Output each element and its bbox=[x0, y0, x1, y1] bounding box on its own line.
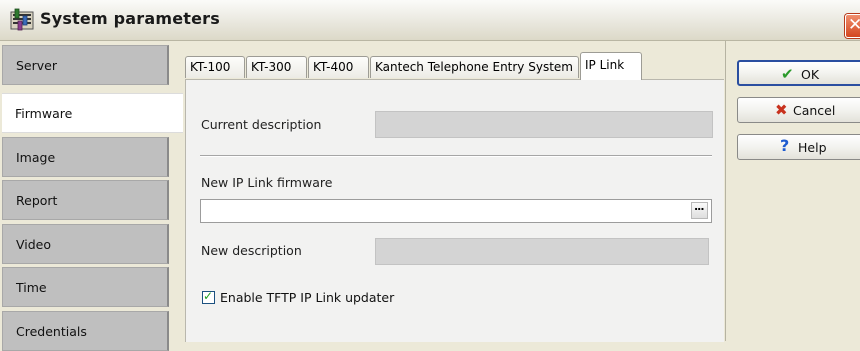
current-description-label: Current description bbox=[201, 117, 322, 132]
sidebar-item-label: Report bbox=[16, 193, 58, 208]
checkmark-icon: ✓ bbox=[203, 289, 214, 303]
cancel-label: Cancel bbox=[793, 103, 836, 118]
tab-label: Kantech Telephone Entry System bbox=[375, 60, 573, 74]
close-button[interactable]: ✕ bbox=[845, 14, 860, 38]
checkmark-icon: ✔ bbox=[781, 65, 794, 83]
tab-label: IP Link bbox=[585, 58, 625, 72]
red-x-icon: ✖ bbox=[775, 101, 788, 119]
sidebar-item-server[interactable]: Server bbox=[2, 45, 169, 85]
ok-label: OK bbox=[801, 67, 820, 82]
new-firmware-input[interactable] bbox=[200, 199, 712, 223]
question-mark-icon: ? bbox=[780, 136, 790, 155]
tab-label: KT-300 bbox=[251, 60, 292, 74]
sidebar-item-label: Credentials bbox=[16, 324, 87, 339]
separator bbox=[200, 155, 712, 157]
sidebar-item-report[interactable]: Report bbox=[2, 180, 169, 220]
sidebar-item-label: Time bbox=[16, 280, 47, 295]
tab-kt-100[interactable]: KT-100 bbox=[185, 56, 245, 78]
new-description-label: New description bbox=[201, 243, 302, 258]
window-title: System parameters bbox=[40, 9, 220, 28]
ok-button[interactable]: ✔ OK bbox=[737, 60, 860, 86]
sidebar-item-credentials[interactable]: Credentials bbox=[2, 311, 169, 351]
sidebar-item-label: Server bbox=[16, 58, 57, 73]
sidebar-item-label: Firmware bbox=[15, 106, 73, 121]
tab-kantech-telephone-entry-system[interactable]: Kantech Telephone Entry System bbox=[370, 56, 579, 78]
enable-tftp-checkbox[interactable]: ✓ bbox=[202, 289, 215, 304]
new-description-field bbox=[375, 238, 709, 265]
tab-label: KT-400 bbox=[313, 60, 354, 74]
system-parameters-icon bbox=[10, 8, 34, 31]
tab-ip-link[interactable]: IP Link bbox=[580, 52, 642, 80]
new-firmware-label: New IP Link firmware bbox=[201, 175, 333, 190]
browse-button[interactable]: ... bbox=[691, 200, 708, 219]
sidebar-item-time[interactable]: Time bbox=[2, 267, 169, 307]
sidebar-item-firmware[interactable]: Firmware bbox=[2, 93, 183, 133]
sidebar-item-label: Video bbox=[16, 237, 52, 252]
help-label: Help bbox=[798, 140, 827, 155]
action-pane bbox=[728, 41, 860, 341]
enable-tftp-label[interactable]: Enable TFTP IP Link updater bbox=[220, 290, 394, 305]
sidebar: Server Firmware Image Report Video Time … bbox=[0, 41, 183, 351]
close-icon: ✕ bbox=[848, 15, 860, 35]
help-button[interactable]: ? Help bbox=[737, 134, 860, 160]
sidebar-item-image[interactable]: Image bbox=[2, 137, 169, 177]
tab-kt-300[interactable]: KT-300 bbox=[246, 56, 307, 78]
tab-kt-400[interactable]: KT-400 bbox=[308, 56, 369, 78]
current-description-field bbox=[375, 111, 713, 138]
tab-label: KT-100 bbox=[190, 60, 231, 74]
cancel-button[interactable]: ✖ Cancel bbox=[737, 97, 860, 123]
sidebar-item-label: Image bbox=[16, 150, 56, 165]
ellipsis-icon: ... bbox=[694, 200, 705, 213]
sidebar-item-video[interactable]: Video bbox=[2, 224, 169, 264]
title-bar: System parameters ✕ bbox=[0, 0, 860, 41]
